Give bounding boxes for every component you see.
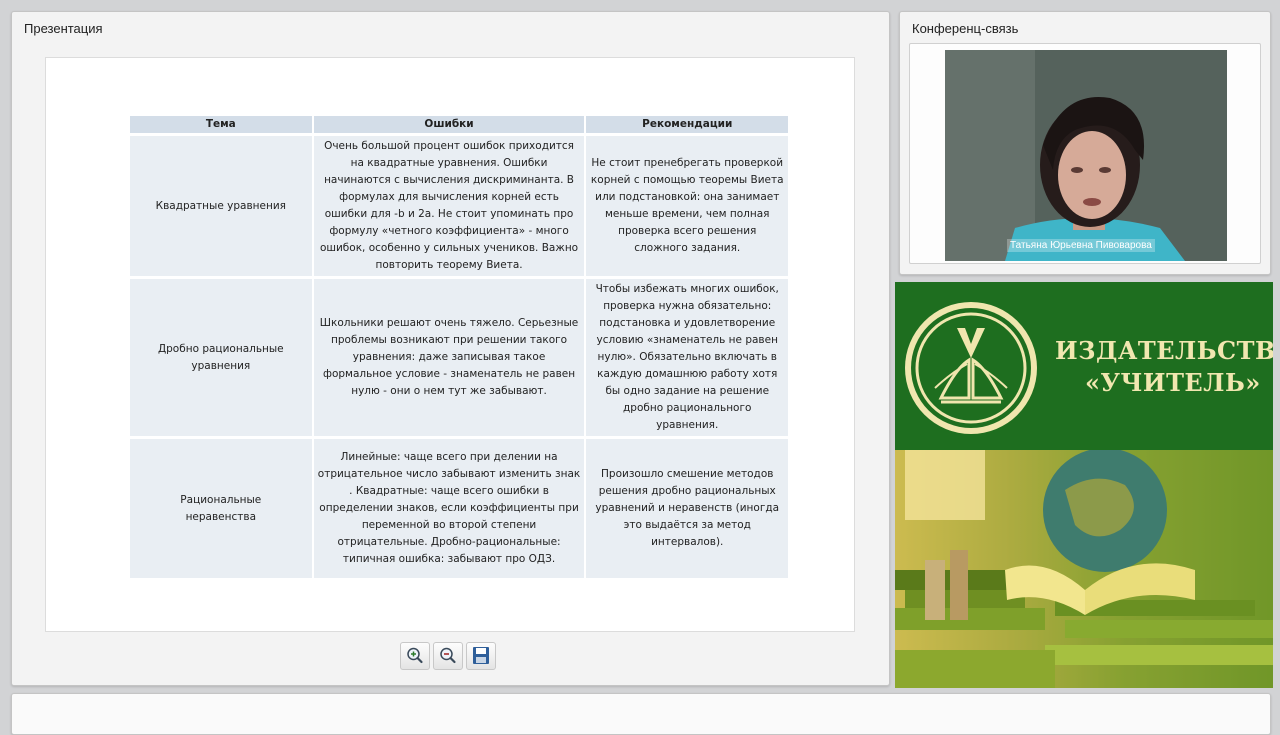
- slide-table: Тема Ошибки Рекомендации Квадратные урав…: [130, 116, 788, 578]
- zoom-in-button[interactable]: [400, 642, 430, 670]
- table-cell-topic: Дробно рациональные уравнения: [130, 276, 314, 436]
- table-header: Тема: [130, 116, 314, 133]
- publisher-name-line2: «УЧИТЕЛЬ»: [1085, 368, 1261, 397]
- table-cell-topic: Квадратные уравнения: [130, 133, 314, 276]
- table-header: Ошибки: [313, 116, 587, 133]
- conference-panel-title: Конференц-связь: [912, 21, 1019, 36]
- publisher-name-line1: ИЗДАТЕЛЬСТВО: [1055, 336, 1273, 365]
- presentation-panel-title: Презентация: [24, 21, 103, 36]
- zoom-out-icon: [440, 647, 456, 664]
- video-frame: Татьяна Юрьевна Пивоварова: [909, 43, 1261, 264]
- books-globe-image: [895, 448, 1273, 688]
- table-row: Квадратные уравнения Очень большой проце…: [130, 133, 788, 276]
- bottom-panel: [11, 693, 1271, 735]
- table-row: Рациональные неравенства Линейные: чаще …: [130, 436, 788, 578]
- speaker-video-image: [945, 50, 1227, 261]
- table-cell-errors: Школьники решают очень тяжело. Серьезные…: [313, 276, 587, 436]
- publisher-banner-photo: [895, 448, 1273, 688]
- save-icon: [473, 647, 489, 664]
- conference-panel: Конференц-связь Татьяна Юрьевна Пивоваро…: [899, 11, 1271, 275]
- table-header: Рекомендации: [586, 116, 788, 133]
- save-button[interactable]: [466, 642, 496, 670]
- zoom-out-button[interactable]: [433, 642, 463, 670]
- table-row: Дробно рациональные уравнения Школьники …: [130, 276, 788, 436]
- table-cell-recommendations: Произошло смешение методов решения дробн…: [586, 436, 788, 578]
- zoom-in-icon: [407, 647, 423, 664]
- table-cell-errors: Линейные: чаще всего при делении на отри…: [313, 436, 587, 578]
- table-cell-recommendations: Чтобы избежать многих ошибок, проверка н…: [586, 276, 788, 436]
- table-cell-errors: Очень большой процент ошибок приходится …: [313, 133, 587, 276]
- presentation-panel: Презентация Тема Ошибки Рекомендации Ква…: [11, 11, 890, 686]
- publisher-banner-top: ИЗДАТЕЛЬСТВО «УЧИТЕЛЬ»: [895, 282, 1273, 450]
- speaker-name-label: Татьяна Юрьевна Пивоварова: [1007, 239, 1155, 252]
- slide: Тема Ошибки Рекомендации Квадратные урав…: [45, 57, 855, 632]
- publisher-logo-icon: [905, 302, 1037, 434]
- table-header-row: Тема Ошибки Рекомендации: [130, 116, 788, 133]
- table-cell-topic: Рациональные неравенства: [130, 436, 314, 578]
- publisher-banner[interactable]: ИЗДАТЕЛЬСТВО «УЧИТЕЛЬ»: [895, 282, 1273, 688]
- table-cell-recommendations: Не стоит пренебрегать проверкой корней с…: [586, 133, 788, 276]
- webcam-video[interactable]: Татьяна Юрьевна Пивоварова: [945, 50, 1227, 261]
